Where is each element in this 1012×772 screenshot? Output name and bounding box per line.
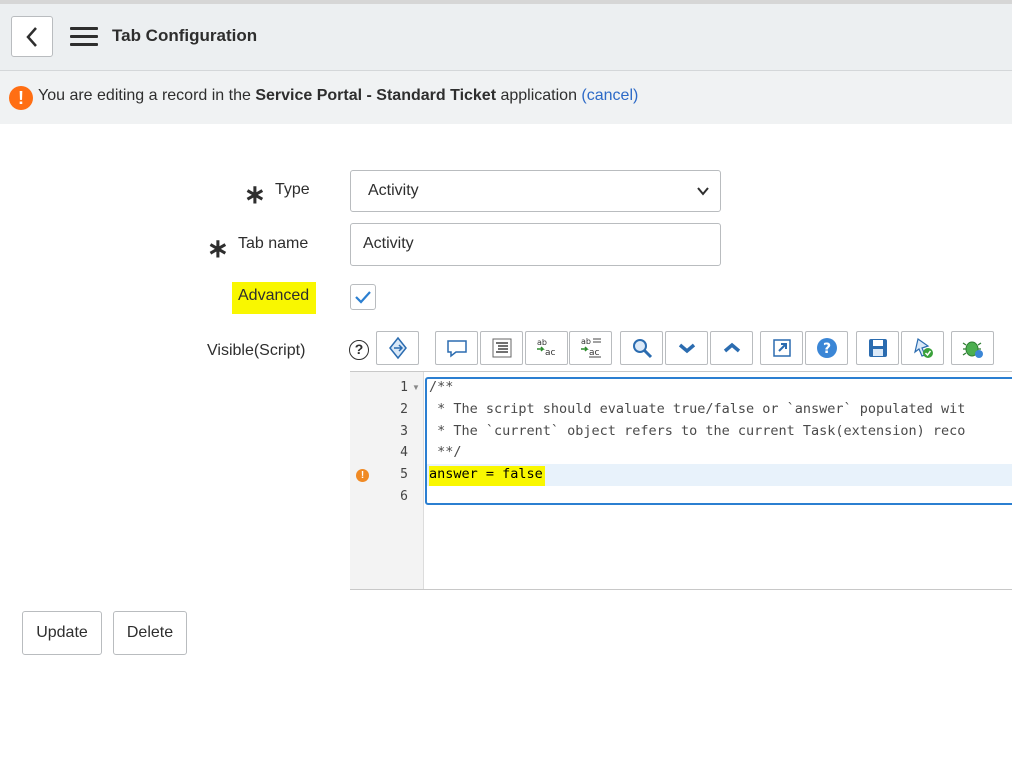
search-icon: [632, 339, 652, 359]
toggle-syntax-button[interactable]: [376, 331, 419, 365]
script-debugger-button[interactable]: [901, 331, 944, 365]
tab-name-label: Tab name: [238, 235, 309, 252]
comment-button[interactable]: [435, 331, 478, 365]
chevron-left-icon: [26, 26, 37, 47]
fullscreen-button[interactable]: [760, 331, 803, 365]
code-line: **/: [429, 444, 462, 460]
code-line: * The `current` object refers to the cur…: [429, 423, 966, 439]
save-icon: [868, 339, 887, 357]
replace-all-icon: ab ac: [580, 337, 601, 358]
required-asterisk-icon: ∗: [207, 233, 229, 263]
visible-script-label: Visible(Script): [207, 342, 306, 359]
advanced-label: Advanced: [232, 282, 317, 314]
type-select[interactable]: Activity: [350, 170, 721, 212]
replace-button[interactable]: ab ac: [525, 331, 568, 365]
script-check-icon: [913, 337, 933, 358]
line-number: 1: [400, 380, 408, 395]
help-circle-icon: ?: [816, 338, 837, 358]
chevron-up-icon: [723, 342, 740, 353]
line-number: 4: [400, 445, 408, 460]
type-label: Type: [275, 181, 310, 198]
back-button[interactable]: [11, 16, 53, 57]
help-icon[interactable]: ?: [349, 340, 369, 360]
bug-icon: [962, 341, 983, 358]
chevron-down-icon: [697, 187, 709, 196]
required-asterisk-icon: ∗: [244, 179, 266, 209]
next-result-button[interactable]: [665, 331, 708, 365]
previous-result-button[interactable]: [710, 331, 753, 365]
notice-app-name: Service Portal - Standard Ticket: [255, 87, 497, 104]
svg-text:ab: ab: [581, 337, 591, 346]
type-select-value: Activity: [368, 182, 419, 199]
warning-marker-icon[interactable]: !: [356, 469, 369, 482]
notice-prefix: You are editing a record in the: [38, 87, 256, 104]
svg-text:ac: ac: [545, 348, 556, 358]
cancel-link[interactable]: (cancel): [581, 87, 638, 104]
code-line-answer: answer = false: [429, 466, 545, 486]
warning-icon: !: [9, 86, 33, 110]
tab-name-value: Activity: [363, 235, 414, 252]
chevron-down-icon: [678, 343, 695, 354]
line-number: 6: [400, 489, 408, 504]
editor-help-button[interactable]: ?: [805, 331, 848, 365]
page-title: Tab Configuration: [112, 26, 258, 45]
svg-text:ab: ab: [537, 338, 547, 347]
line-number: 5: [400, 467, 408, 482]
search-button[interactable]: [620, 331, 663, 365]
code-line: /**: [429, 379, 454, 395]
hamburger-menu-icon[interactable]: [70, 27, 98, 47]
replace-all-button[interactable]: ab ac: [569, 331, 612, 365]
save-button[interactable]: [856, 331, 899, 365]
replace-icon: ab ac: [536, 338, 556, 358]
expand-icon: [772, 339, 791, 357]
code-line: * The script should evaluate true/false …: [429, 401, 966, 417]
comment-icon: [446, 340, 467, 358]
format-code-button[interactable]: [480, 331, 523, 365]
page-header: Tab Configuration: [0, 4, 1012, 71]
debug-button[interactable]: [951, 331, 994, 365]
fold-arrow-icon[interactable]: ▼: [412, 383, 420, 392]
line-number: 2: [400, 402, 408, 417]
line-number: 3: [400, 424, 408, 439]
format-code-icon: [492, 338, 511, 358]
delete-button[interactable]: Delete: [113, 611, 187, 655]
update-button[interactable]: Update: [22, 611, 102, 655]
toggle-syntax-icon: [388, 336, 407, 360]
tab-name-input[interactable]: Activity: [350, 223, 721, 266]
notice-suffix: application: [496, 87, 582, 104]
advanced-checkbox[interactable]: [350, 284, 376, 310]
scope-notice-text: You are editing a record in the Service …: [38, 87, 638, 105]
svg-text:?: ?: [822, 341, 830, 357]
checkmark-icon: [355, 291, 371, 304]
